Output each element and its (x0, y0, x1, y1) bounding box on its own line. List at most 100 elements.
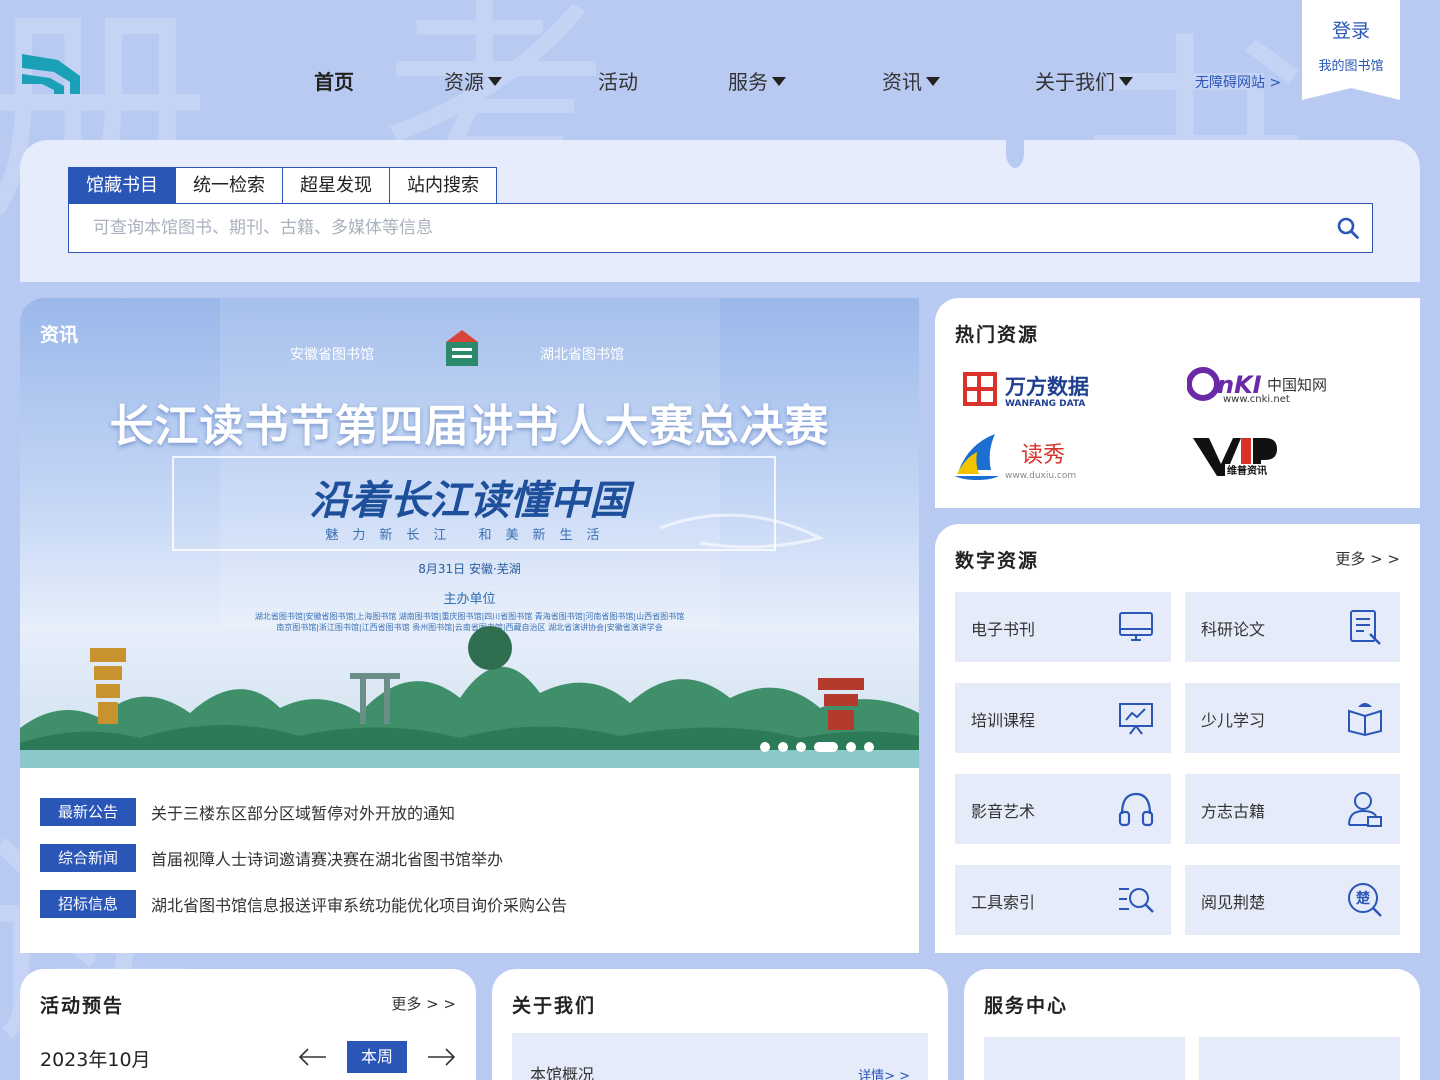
wanfang-logo[interactable]: 万方数据 WANFANG DATA (963, 370, 1103, 410)
monitor-icon (1119, 612, 1153, 641)
nav-about-label: 关于我们 (1035, 70, 1115, 94)
duxiu-logo[interactable]: 读秀 www.duxiu.com (955, 430, 1085, 482)
about-card: 关于我们 本馆概况 详情> > (492, 969, 948, 1080)
carousel-dot[interactable] (796, 742, 806, 752)
anhui-library-logo: 安徽省图书馆 (290, 347, 374, 363)
hot-resources-card: 热门资源 万方数据 WANFANG DATA nKI 中国知网 www.cnki… (935, 298, 1420, 508)
duxiu-name: 读秀 (1021, 443, 1065, 468)
document-icon (1350, 610, 1381, 645)
digital-item-papers[interactable]: 科研论文 (1185, 592, 1400, 662)
caret-down-icon (488, 77, 502, 86)
nav-about[interactable]: 关于我们 (1035, 66, 1133, 95)
news-banner[interactable]: 资讯 安徽省图书馆 湖北省图书馆 长江读书节第四届讲书人大赛总决赛 沿着长江读懂… (20, 298, 919, 768)
carousel-dot-active[interactable] (814, 742, 838, 752)
nav-activities[interactable]: 活动 (598, 66, 638, 95)
person-book-icon (1348, 792, 1382, 827)
search-box (68, 203, 1373, 253)
open-book-icon (1348, 703, 1382, 737)
news-card: 资讯 安徽省图书馆 湖北省图书馆 长江读书节第四届讲书人大赛总决赛 沿着长江读懂… (20, 298, 919, 953)
banner-section-label: 资讯 (40, 324, 79, 346)
tab-unified-search[interactable]: 统一检索 (175, 167, 283, 203)
news-category-tag[interactable]: 最新公告 (40, 798, 136, 826)
news-title[interactable]: 湖北省图书馆信息报送评审系统功能优化项目询价采购公告 (151, 892, 567, 916)
hubei-library-logo: 湖北省图书馆 (540, 347, 624, 363)
news-title[interactable]: 首届视障人士诗词邀请赛决赛在湖北省图书馆举办 (151, 846, 503, 870)
service-title: 服务中心 (984, 995, 1069, 1017)
digital-item-training[interactable]: 培训课程 (955, 683, 1171, 753)
search-panel: 馆藏书目 统一检索 超星发现 站内搜索 (20, 138, 1420, 282)
digital-item-tools[interactable]: 工具索引 (955, 865, 1171, 935)
digital-item-jingchu[interactable]: 阅见荆楚 楚 (1185, 865, 1400, 935)
library-logo[interactable] (20, 50, 82, 94)
cnki-sub: www.cnki.net (1223, 394, 1290, 405)
calendar-month: 2023年10月 (40, 1049, 151, 1071)
nav-services-label: 服务 (728, 70, 768, 94)
news-category-tag[interactable]: 综合新闻 (40, 844, 136, 872)
banner-subtitle: 魅力新长江 和美新生活 (325, 528, 614, 543)
search-input[interactable] (69, 204, 1319, 252)
digital-item-children[interactable]: 少儿学习 (1185, 683, 1400, 753)
news-item[interactable]: 综合新闻 首届视障人士诗词邀请赛决赛在湖北省图书馆举办 (40, 844, 567, 872)
digital-more-link[interactable]: 更多 > > (1335, 548, 1400, 569)
digital-resources-card: 数字资源 更多 > > 电子书刊 科研论文 培训课程 少儿学习 影音艺术 方志古… (935, 524, 1420, 953)
tab-chaoxing-discovery[interactable]: 超星发现 (282, 167, 390, 203)
my-library-link[interactable]: 我的图书馆 (1302, 55, 1400, 74)
digital-item-label: 阅见荆楚 (1201, 893, 1266, 912)
arrow-left-icon[interactable] (298, 1047, 328, 1067)
tab-catalog[interactable]: 馆藏书目 (68, 167, 176, 203)
digital-item-label: 培训课程 (971, 711, 1036, 730)
tab-site-search[interactable]: 站内搜索 (389, 167, 497, 203)
news-title[interactable]: 关于三楼东区部分区域暂停对外开放的通知 (151, 800, 455, 824)
activity-more-link[interactable]: 更多 > > (391, 993, 456, 1014)
carousel-dot[interactable] (864, 742, 874, 752)
login-link[interactable]: 登录 (1302, 0, 1400, 43)
cnki-name: 中国知网 (1267, 376, 1327, 394)
service-tile[interactable] (1199, 1037, 1400, 1080)
digital-item-label: 方志古籍 (1201, 802, 1266, 821)
banner-logos: 安徽省图书馆 湖北省图书馆 (290, 326, 670, 386)
carousel-dot[interactable] (778, 742, 788, 752)
news-item[interactable]: 最新公告 关于三楼东区部分区域暂停对外开放的通知 (40, 798, 567, 826)
panel-notch (1006, 138, 1024, 168)
digital-item-label: 工具索引 (971, 893, 1036, 912)
nav-resources[interactable]: 资源 (444, 66, 502, 95)
cnki-logo[interactable]: nKI 中国知网 www.cnki.net (1187, 366, 1337, 406)
vip-name: 维普资讯 (1227, 464, 1267, 477)
nav-news-label: 资讯 (882, 70, 922, 94)
search-icon[interactable] (1336, 216, 1360, 240)
about-detail-link[interactable]: 详情> > (858, 1065, 910, 1080)
about-item-label: 本馆概况 (530, 1065, 595, 1080)
digital-resources-title: 数字资源 (955, 550, 1040, 572)
carousel-dot[interactable] (846, 742, 856, 752)
site-header: 首页 资源 活动 服务 资讯 关于我们 无障碍网站 > 登录 我的图书馆 (0, 0, 1440, 140)
news-item[interactable]: 招标信息 湖北省图书馆信息报送评审系统功能优化项目询价采购公告 (40, 890, 567, 918)
news-category-tag[interactable]: 招标信息 (40, 890, 136, 918)
digital-item-ebooks[interactable]: 电子书刊 (955, 592, 1171, 662)
banner-title: 长江读书节第四届讲书人大赛总决赛 (109, 401, 830, 452)
digital-item-ancient[interactable]: 方志古籍 (1185, 774, 1400, 844)
nav-services[interactable]: 服务 (728, 66, 786, 95)
wanfang-name: 万方数据 (1004, 375, 1089, 399)
nav-home[interactable]: 首页 (314, 66, 354, 95)
chu-search-icon: 楚 (1348, 883, 1382, 917)
accessible-site-link[interactable]: 无障碍网站 > (1195, 72, 1281, 92)
headphones-icon (1118, 792, 1154, 827)
nav-news[interactable]: 资讯 (882, 66, 940, 95)
nav-resources-label: 资源 (444, 70, 484, 94)
service-tile[interactable] (984, 1037, 1185, 1080)
this-week-button[interactable]: 本周 (347, 1041, 407, 1073)
carousel-dot[interactable] (760, 742, 770, 752)
banner-host-label: 主办单位 (443, 592, 496, 607)
about-overview-item[interactable]: 本馆概况 详情> > (512, 1033, 928, 1080)
wanfang-sub: WANFANG DATA (1005, 399, 1085, 409)
login-panel: 登录 我的图书馆 (1302, 0, 1400, 100)
arrow-right-icon[interactable] (426, 1047, 456, 1067)
banner-slogan: 沿着长江读懂中国 (309, 477, 630, 524)
activity-card: 活动预告 更多 > > 2023年10月 本周 (20, 969, 476, 1080)
service-card: 服务中心 (964, 969, 1420, 1080)
digital-item-media[interactable]: 影音艺术 (955, 774, 1171, 844)
about-title: 关于我们 (512, 995, 597, 1017)
digital-item-label: 少儿学习 (1201, 711, 1266, 730)
caret-down-icon (926, 77, 940, 86)
vip-logo[interactable]: 维普资讯 (1191, 434, 1279, 480)
